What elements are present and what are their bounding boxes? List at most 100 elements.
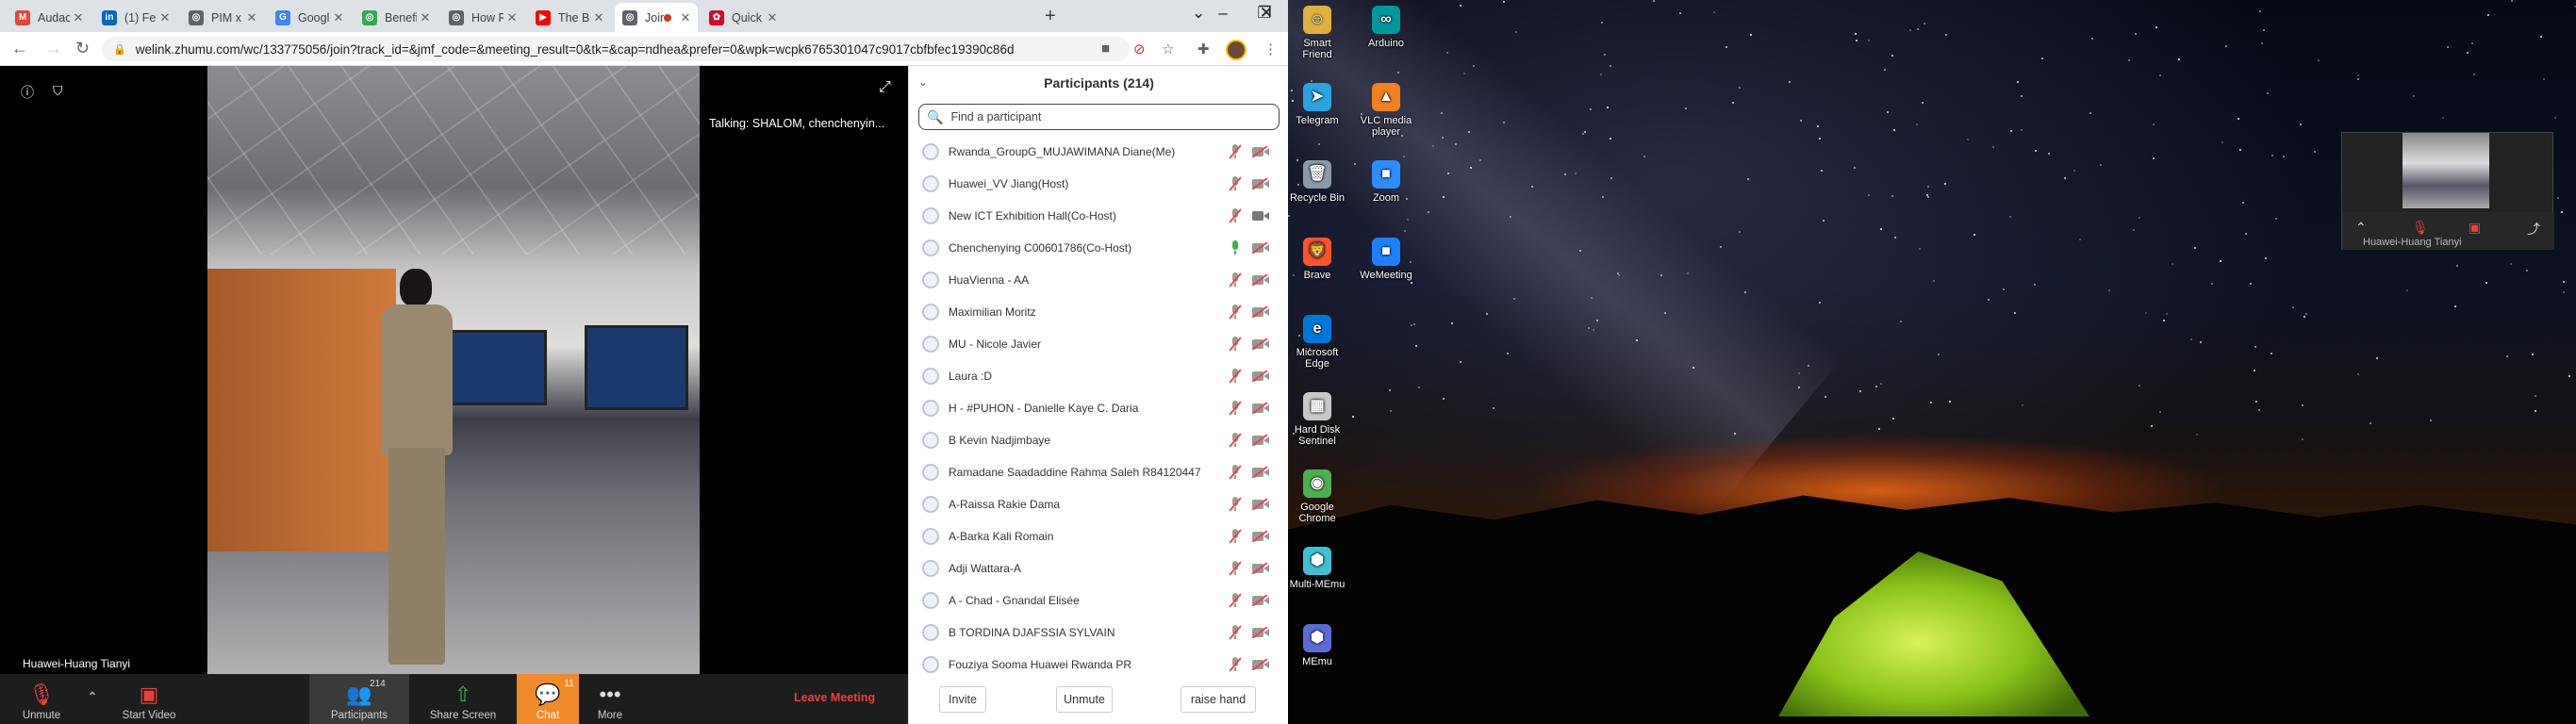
close-tab-icon[interactable]: ✕ (590, 10, 607, 25)
browser-tab[interactable]: M Audace, pl✕ (8, 3, 91, 32)
participant-row[interactable]: New ICT Exhibition Hall(Co-Host) (909, 200, 1289, 232)
forward-icon[interactable]: → (45, 39, 62, 58)
browser-tab[interactable]: ✿ Quick App✕ (702, 3, 784, 32)
mic-muted-icon[interactable]: 🎙 (2412, 220, 2429, 236)
video-off-icon[interactable] (1252, 627, 1269, 638)
participant-row[interactable]: H - #PUHON - Danielle Kaye C. Daria (909, 392, 1289, 424)
new-tab-button[interactable]: + (1045, 6, 1056, 27)
desktop-shortcut[interactable]: ■ WeMeeting (1358, 238, 1414, 281)
mic-muted-icon[interactable] (1230, 529, 1241, 544)
close-tab-icon[interactable]: ✕ (764, 10, 781, 25)
invite-button[interactable]: Invite (939, 686, 986, 713)
participant-row[interactable]: A-Barka Kali Romain (909, 520, 1289, 552)
participant-row[interactable]: Laura :D (909, 360, 1289, 392)
desktop-shortcut[interactable]: ▦ Hard Disk Sentinel (1289, 392, 1346, 447)
video-off-icon[interactable] (1252, 499, 1269, 510)
close-tab-icon[interactable]: ✕ (243, 10, 260, 25)
chevron-down-icon[interactable]: ⌄ (918, 75, 928, 89)
video-off-icon[interactable] (1252, 338, 1269, 350)
close-window-button[interactable]: ✕ (1245, 4, 1288, 23)
share-screen-button[interactable]: ⇧ Share Screen (422, 674, 504, 724)
mic-muted-icon[interactable] (1230, 208, 1241, 223)
participant-row[interactable]: Rwanda_GroupG_MUJAWIMANA Diane(Me) (909, 136, 1289, 168)
browser-tab[interactable]: ◎ How Rwa✕ (441, 3, 524, 32)
video-off-icon[interactable]: ▣ (2469, 220, 2481, 236)
chat-button[interactable]: 💬 11 Chat (517, 674, 579, 724)
video-off-icon[interactable] (1252, 242, 1269, 254)
close-tab-icon[interactable]: ✕ (417, 10, 434, 25)
blocked-icon[interactable]: ⊘ (1133, 41, 1146, 58)
profile-avatar[interactable] (1226, 40, 1247, 60)
video-off-icon[interactable] (1252, 563, 1269, 574)
desktop-shortcut[interactable]: e Microsoft Edge (1289, 315, 1346, 370)
participant-row[interactable]: Ramadane Saadaddine Rahma Saleh R8412044… (909, 456, 1289, 488)
participant-row[interactable]: Adji Wattara-A (909, 552, 1289, 584)
mic-muted-icon[interactable] (1230, 304, 1241, 320)
desktop-shortcut[interactable]: ▲ VLC media player (1358, 83, 1414, 138)
leave-meeting-button[interactable]: Leave Meeting (794, 691, 875, 704)
extensions-icon[interactable]: ✚ (1197, 41, 1210, 58)
more-menu-icon[interactable]: ⋮ (1263, 41, 1278, 58)
video-off-icon[interactable] (1252, 178, 1269, 189)
participant-row[interactable]: A - Chad - Gnandal Elisée (909, 584, 1289, 617)
back-icon[interactable]: ← (11, 39, 28, 58)
restore-icon[interactable]: ⤴ (2527, 220, 2540, 239)
participant-row[interactable]: MU - Nicole Javier (909, 328, 1289, 360)
participant-search-input[interactable]: 🔍 Find a participant (918, 104, 1280, 130)
minimize-button[interactable]: – (1201, 4, 1245, 23)
participant-row[interactable]: Fouziya Sooma Huawei Rwanda PR (909, 649, 1289, 681)
camera-icon[interactable]: ■ (1101, 41, 1110, 57)
shield-icon[interactable]: ⛉ (53, 83, 63, 99)
desktop-shortcut[interactable]: ☺ Smart Friend (1289, 6, 1346, 60)
mic-muted-icon[interactable] (1230, 401, 1241, 416)
close-tab-icon[interactable]: ✕ (157, 10, 173, 25)
mic-muted-icon[interactable] (1230, 369, 1241, 384)
video-off-icon[interactable] (1252, 274, 1269, 286)
video-off-icon[interactable] (1252, 306, 1269, 318)
info-icon[interactable]: ⓘ (21, 83, 34, 102)
video-off-icon[interactable] (1252, 146, 1269, 157)
video-off-icon[interactable] (1252, 595, 1269, 606)
participant-row[interactable]: Huawei_VV Jiang(Host) (909, 168, 1289, 200)
mic-muted-icon[interactable] (1230, 497, 1241, 512)
mic-muted-icon[interactable] (1230, 625, 1241, 640)
video-icon[interactable] (1252, 210, 1269, 222)
star-icon[interactable]: ☆ (1162, 41, 1174, 58)
close-tab-icon[interactable]: ✕ (330, 10, 347, 25)
desktop-shortcut[interactable]: 🗑 Recycle Bin (1289, 160, 1346, 204)
start-video-button[interactable]: ▣ Start Video (115, 674, 183, 724)
desktop-shortcut[interactable]: ⬢ Multi-MEmu (1289, 547, 1346, 590)
chevron-up-icon[interactable]: ⌃ (2355, 220, 2367, 236)
mini-meeting-window[interactable]: ⌃ 🎙 ▣ ⤴ Huawei-Huang Tianyi (2341, 132, 2554, 250)
participants-button[interactable]: 👥 214 Participants (309, 674, 409, 724)
participant-row[interactable]: B Kevin Nadjimbaye (909, 424, 1289, 456)
participant-row[interactable]: Chenchenying C00601786(Co-Host) (909, 232, 1289, 264)
unmute-all-button[interactable]: Unmute (1056, 686, 1113, 713)
participant-row[interactable]: Maximilian Moritz (909, 296, 1289, 328)
reload-icon[interactable]: ↻ (75, 39, 90, 58)
browser-tab[interactable]: ◎ PIM x Hua✕ (181, 3, 264, 32)
close-tab-icon[interactable]: ✕ (70, 10, 87, 25)
fullscreen-icon[interactable]: ⤢ (879, 79, 891, 96)
mic-icon[interactable] (1230, 240, 1241, 255)
mic-muted-icon[interactable] (1230, 593, 1241, 608)
browser-tab[interactable]: ◎ Join M ✕ (615, 3, 698, 32)
raise-hand-button[interactable]: raise hand (1181, 686, 1256, 713)
participant-row[interactable]: A-Raissa Rakie Dama (909, 488, 1289, 520)
browser-tab[interactable]: ◎ Benefits o✕ (355, 3, 438, 32)
browser-tab[interactable]: ▶ The Best C✕ (528, 3, 611, 32)
video-off-icon[interactable] (1252, 435, 1269, 446)
desktop-shortcut[interactable]: ∞ Arduino (1358, 6, 1414, 49)
mic-muted-icon[interactable] (1230, 657, 1241, 672)
participant-row[interactable]: HuaVienna - AA (909, 264, 1289, 296)
mic-muted-icon[interactable] (1230, 337, 1241, 352)
mic-muted-icon[interactable] (1230, 176, 1241, 191)
desktop-shortcut[interactable]: ➤ Telegram (1289, 83, 1346, 126)
desktop-shortcut[interactable]: ◉ Google Chrome (1289, 469, 1346, 524)
unmute-button[interactable]: 🎙 Unmute (13, 674, 70, 724)
more-button[interactable]: ••• More (588, 674, 632, 724)
close-tab-icon[interactable]: ✕ (504, 10, 520, 25)
desktop-shortcut[interactable]: ■ Zoom (1358, 160, 1414, 204)
mic-muted-icon[interactable] (1230, 272, 1241, 288)
desktop-shortcut[interactable]: 🦁 Brave (1289, 238, 1346, 281)
